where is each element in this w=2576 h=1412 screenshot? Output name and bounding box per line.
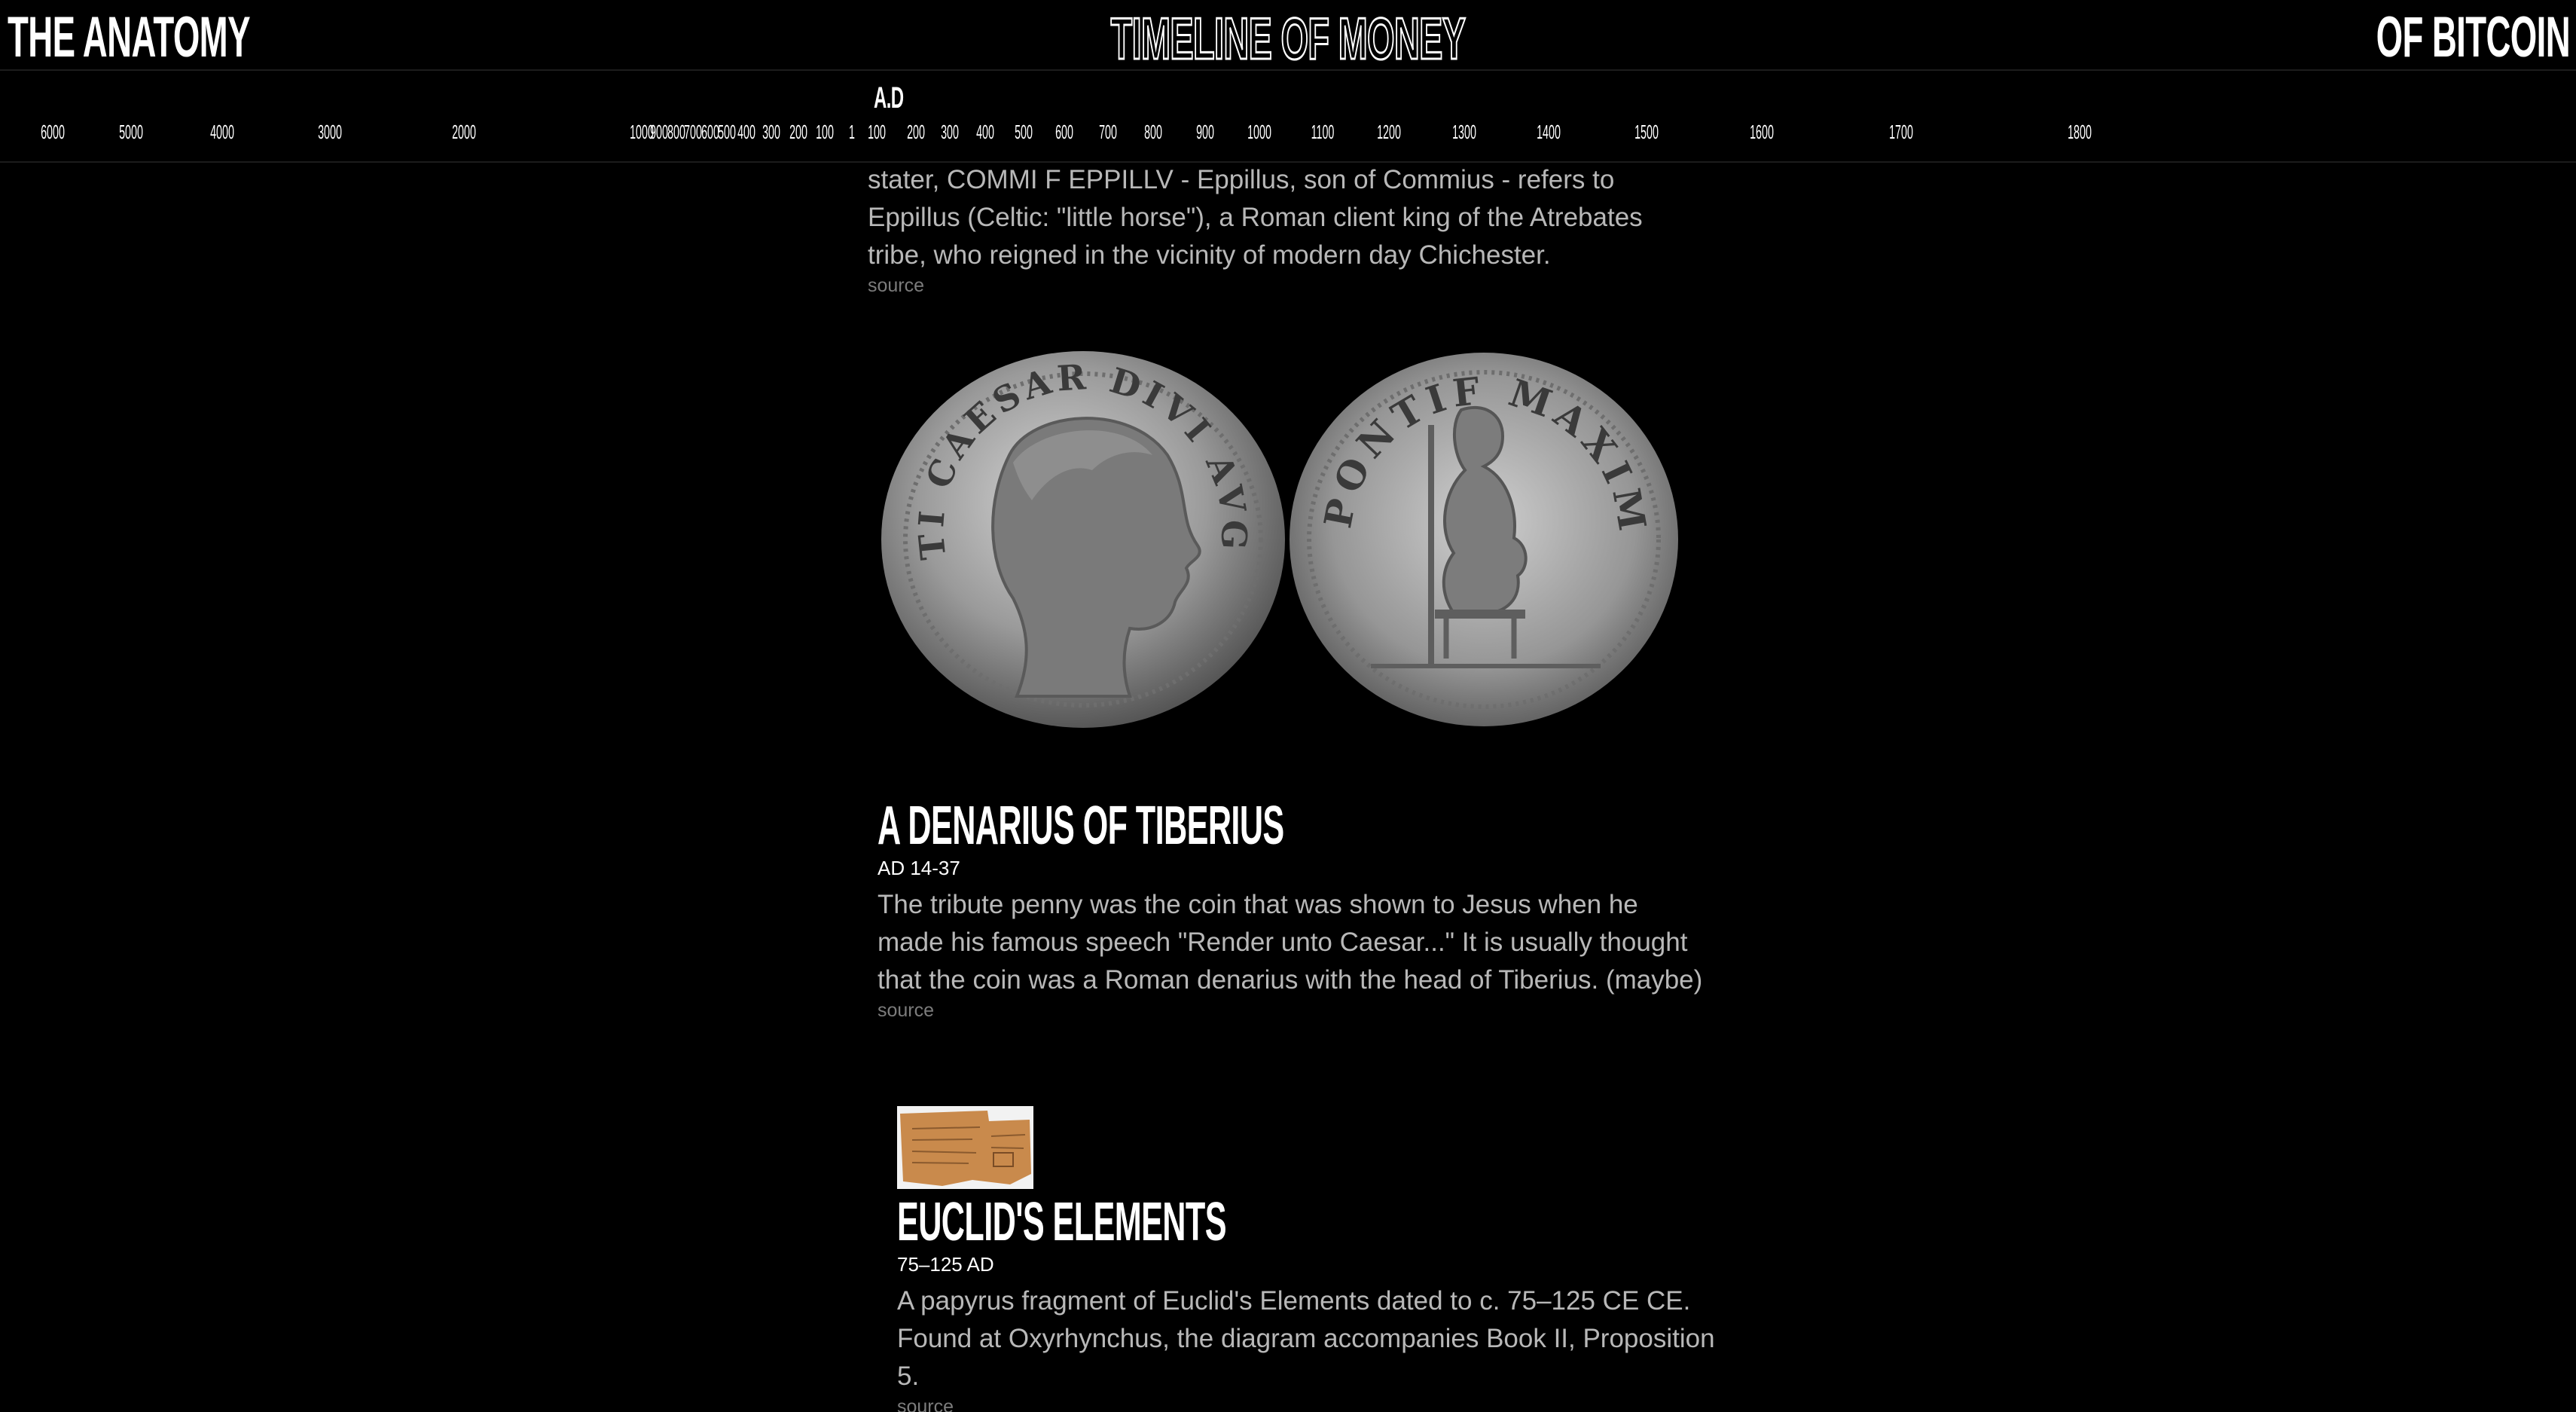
timeline-tick[interactable]: 500 — [718, 121, 736, 144]
timeline-tick[interactable]: 1100 — [1311, 121, 1335, 144]
timeline-tick[interactable]: 900 — [1196, 121, 1214, 144]
denarius-source-link[interactable]: source — [877, 999, 1706, 1022]
papyrus-thumbnail[interactable] — [897, 1106, 1033, 1189]
denarius-entry: A DENARIUS OF TIBERIUS AD 14-37 The trib… — [877, 796, 1706, 1022]
denarius-title: A DENARIUS OF TIBERIUS — [877, 796, 1284, 856]
timeline-tick[interactable]: 100 — [868, 121, 886, 144]
timeline-tick[interactable]: 300 — [762, 121, 780, 144]
timeline-tick[interactable]: 700 — [1099, 121, 1117, 144]
timeline-tick[interactable]: 1700 — [1889, 121, 1913, 144]
timeline-tick[interactable]: 4000 — [210, 121, 234, 144]
euclid-entry: EUCLID'S ELEMENTS 75–125 AD A papyrus fr… — [897, 1106, 1726, 1412]
timeline-tick[interactable]: 1300 — [1452, 121, 1476, 144]
euclid-title: EUCLID'S ELEMENTS — [897, 1192, 1227, 1252]
timeline-tick[interactable]: 1500 — [1634, 121, 1659, 144]
timeline-tick[interactable]: 900 — [650, 121, 668, 144]
timeline-tick[interactable]: 400 — [737, 121, 755, 144]
timeline-tick[interactable]: 5000 — [119, 121, 143, 144]
timeline-tick[interactable]: 1200 — [1377, 121, 1401, 144]
stater-entry: stater, COMMI F EPPILLV - Eppillus, son … — [868, 161, 1696, 297]
stater-description: stater, COMMI F EPPILLV - Eppillus, son … — [868, 165, 1643, 270]
timeline-tick[interactable]: 1 — [849, 121, 855, 144]
era-marker-ad: A.D — [874, 81, 904, 115]
timeline-tick[interactable]: 200 — [907, 121, 925, 144]
timeline-tick[interactable]: 800 — [667, 121, 685, 144]
timeline-tick[interactable]: 100 — [816, 121, 834, 144]
denarius-date: AD 14-37 — [877, 857, 960, 879]
coin-obverse: TI CAESAR DIVI AVG F AVGVSTVS — [864, 310, 1285, 728]
brand-left[interactable]: THE ANATOMY — [8, 5, 250, 70]
timeline-tick[interactable]: 1400 — [1537, 121, 1561, 144]
denarius-coin-image: TI CAESAR DIVI AVG F AVGVSTVS PONTIF MAX… — [864, 310, 1710, 734]
euclid-source-link[interactable]: source — [897, 1395, 1726, 1412]
stater-source-link[interactable]: source — [868, 274, 1696, 297]
timeline-tick[interactable]: 600 — [1055, 121, 1073, 144]
timeline-tick[interactable]: 200 — [789, 121, 807, 144]
timeline-tick[interactable]: 700 — [684, 121, 702, 144]
timeline-tick[interactable]: 1600 — [1750, 121, 1774, 144]
site-header: THE ANATOMY TIMELINE OF MONEY OF BITCOIN — [0, 0, 2576, 73]
timeline-tick[interactable]: 500 — [1015, 121, 1033, 144]
euclid-date: 75–125 AD — [897, 1253, 994, 1276]
timeline-tick[interactable]: 400 — [976, 121, 994, 144]
timeline-tick[interactable]: 2000 — [452, 121, 476, 144]
timeline-tick[interactable]: 1800 — [2068, 121, 2092, 144]
content-column: stater, COMMI F EPPILLV - Eppillus, son … — [0, 161, 2576, 1412]
timeline-tick[interactable]: 300 — [941, 121, 959, 144]
timeline-tick[interactable]: 1000 — [1247, 121, 1271, 144]
coin-reverse: PONTIF MAXIM — [1290, 353, 1678, 726]
timeline-tick[interactable]: 800 — [1144, 121, 1162, 144]
denarius-description: The tribute penny was the coin that was … — [877, 890, 1703, 995]
euclid-description: A papyrus fragment of Euclid's Elements … — [897, 1286, 1715, 1391]
timeline-tick[interactable]: 6000 — [41, 121, 65, 144]
brand-right[interactable]: OF BITCOIN — [2376, 5, 2571, 70]
timeline-bar[interactable]: A.D 6000 5000 4000 3000 2000 1000 900 800 700 600… — [0, 69, 2576, 163]
site-title[interactable]: TIMELINE OF MONEY — [1110, 5, 1467, 73]
timeline-tick[interactable]: 600 — [701, 121, 719, 144]
timeline-tick[interactable]: 3000 — [318, 121, 342, 144]
